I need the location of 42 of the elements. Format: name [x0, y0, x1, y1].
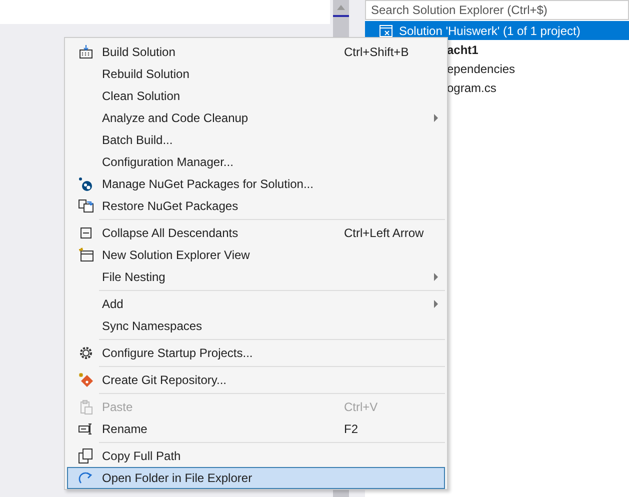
- menu-item[interactable]: File Nesting: [67, 266, 445, 288]
- menu-item[interactable]: Create Git Repository...: [67, 369, 445, 391]
- menu-item[interactable]: Rename F2: [67, 418, 445, 440]
- tree-item-label: ogram.cs: [447, 80, 496, 94]
- package-icon: [78, 176, 94, 192]
- menu-item[interactable]: Clean Solution: [67, 85, 445, 107]
- menu-item[interactable]: Copy Full Path: [67, 445, 445, 467]
- menu-item[interactable]: Restore NuGet Packages: [67, 195, 445, 217]
- menu-item[interactable]: Sync Namespaces: [67, 315, 445, 337]
- rename-icon: [78, 421, 94, 437]
- submenu-arrow-icon: [434, 273, 438, 281]
- window-icon: [78, 247, 94, 263]
- shortcut-label: Ctrl+Left Arrow: [344, 226, 425, 240]
- restore-icon: [78, 198, 94, 214]
- clipboard-icon: [78, 399, 94, 415]
- submenu-arrow-icon: [434, 114, 438, 122]
- search-field[interactable]: Search Solution Explorer (Ctrl+$): [365, 0, 629, 20]
- git-icon: [78, 372, 94, 388]
- menu-item[interactable]: Configuration Manager...: [67, 151, 445, 173]
- tree-item-label: Solution 'Huiswerk' (1 of 1 project): [399, 24, 580, 38]
- shortcut-label: Ctrl+V: [344, 400, 379, 414]
- menu-item[interactable]: Build Solution Ctrl+Shift+B: [67, 41, 445, 63]
- menu-item[interactable]: Rebuild Solution: [67, 63, 445, 85]
- curved-arrow-icon: [78, 470, 94, 486]
- menu-item[interactable]: New Solution Explorer View: [67, 244, 445, 266]
- tree-item[interactable]: Solution 'Huiswerk' (1 of 1 project): [365, 21, 629, 40]
- menu-item[interactable]: Analyze and Code Cleanup: [67, 107, 445, 129]
- gear-icon: [78, 345, 94, 361]
- build-icon: [78, 44, 94, 60]
- menu-item[interactable]: Add: [67, 293, 445, 315]
- collapse-icon: [78, 225, 94, 241]
- shortcut-label: F2: [344, 422, 360, 436]
- shortcut-label: Ctrl+Shift+B: [344, 45, 410, 59]
- scroll-up-icon[interactable]: [336, 4, 346, 10]
- tree-item-label: ependencies: [447, 62, 516, 76]
- menu-item[interactable]: Manage NuGet Packages for Solution...: [67, 173, 445, 195]
- menu-item[interactable]: Configure Startup Projects...: [67, 342, 445, 364]
- menu-item[interactable]: Batch Build...: [67, 129, 445, 151]
- submenu-arrow-icon: [434, 300, 438, 308]
- menu-item[interactable]: Collapse All Descendants Ctrl+Left Arrow: [67, 222, 445, 244]
- copy-icon: [78, 448, 94, 464]
- menu-item[interactable]: Open Folder in File Explorer: [67, 467, 445, 489]
